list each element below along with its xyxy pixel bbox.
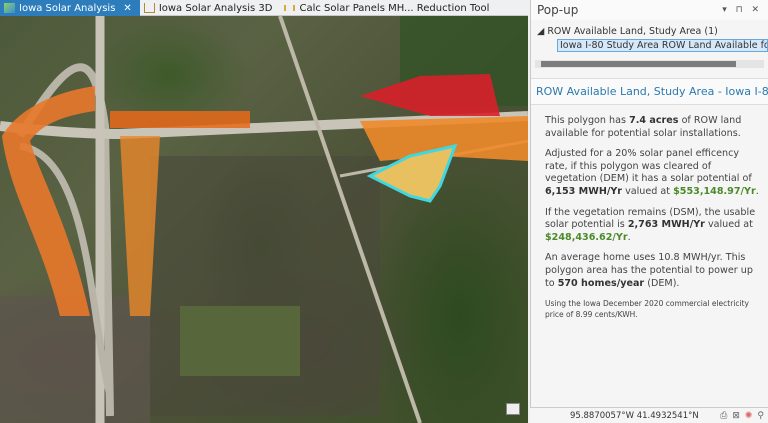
zoom-icon[interactable]: ⚲ (757, 411, 764, 421)
tab-calc-solar-panels[interactable]: Calc Solar Panels MH... Reduction Tool (280, 0, 497, 16)
close-icon[interactable]: ✕ (123, 3, 131, 14)
scrollbar-thumb[interactable] (541, 61, 736, 67)
tab-label: Iowa Solar Analysis (19, 2, 116, 14)
map-view[interactable] (0, 16, 528, 423)
map-imagery (0, 16, 528, 423)
dem-text: Adjusted for a 20% solar panel efficency… (545, 148, 759, 197)
popup-content: This polygon has 7.4 acres of ROW land a… (531, 105, 768, 320)
legend-icon[interactable] (506, 403, 520, 415)
scene-3d-icon (143, 3, 155, 13)
layer-node[interactable]: ◢ ROW Available Land, Study Area (1) (537, 26, 768, 37)
tab-label: Iowa Solar Analysis 3D (158, 2, 273, 14)
filter-icon[interactable]: ⊠ (732, 411, 740, 421)
solar-suitability-area (2, 86, 95, 316)
popup-pane: Pop-up ▾ ⊓ ✕ ◢ ROW Available Land, Study… (530, 0, 768, 423)
model-tool-icon (284, 5, 296, 11)
selected-feature[interactable]: Iowa I-80 Study Area ROW Land Available … (557, 39, 768, 52)
solar-suitability-area-high (360, 74, 500, 116)
solar-suitability-area (110, 111, 250, 128)
coordinate-readout: 95.8870057°W 41.4932541°N (570, 410, 699, 421)
field (150, 156, 380, 416)
tab-iowa-solar-analysis[interactable]: Iowa Solar Analysis ✕ (0, 0, 140, 16)
tab-label: Calc Solar Panels MH... Reduction Tool (299, 2, 490, 14)
price-note: Using the Iowa December 2020 commercial … (545, 299, 749, 320)
pane-title: Pop-up (537, 3, 579, 17)
pane-controls[interactable]: ▾ ⊓ ✕ (722, 5, 762, 15)
map-icon (4, 3, 15, 13)
horizontal-scrollbar[interactable] (535, 60, 764, 68)
status-bar: 95.8870057°W 41.4932541°N ⎙ ⊠ ✺ ⚲ (530, 407, 768, 423)
feature-title: ROW Available Land, Study Area - Iowa I-… (531, 78, 768, 105)
view-tabs: Iowa Solar Analysis ✕ Iowa Solar Analysi… (0, 0, 528, 16)
print-icon[interactable]: ⎙ (720, 411, 727, 421)
snapping-icon[interactable]: ✺ (745, 411, 753, 421)
field (180, 306, 300, 376)
tab-iowa-solar-analysis-3d[interactable]: Iowa Solar Analysis 3D (140, 0, 281, 16)
acres-text: This polygon has 7.4 acres of ROW land a… (545, 115, 742, 139)
feature-tree: ◢ ROW Available Land, Study Area (1) Iow… (531, 20, 768, 52)
homes-text: An average home uses 10.8 MWH/yr. This p… (545, 252, 753, 289)
dsm-text: If the vegetation remains (DSM), the usa… (545, 206, 756, 243)
